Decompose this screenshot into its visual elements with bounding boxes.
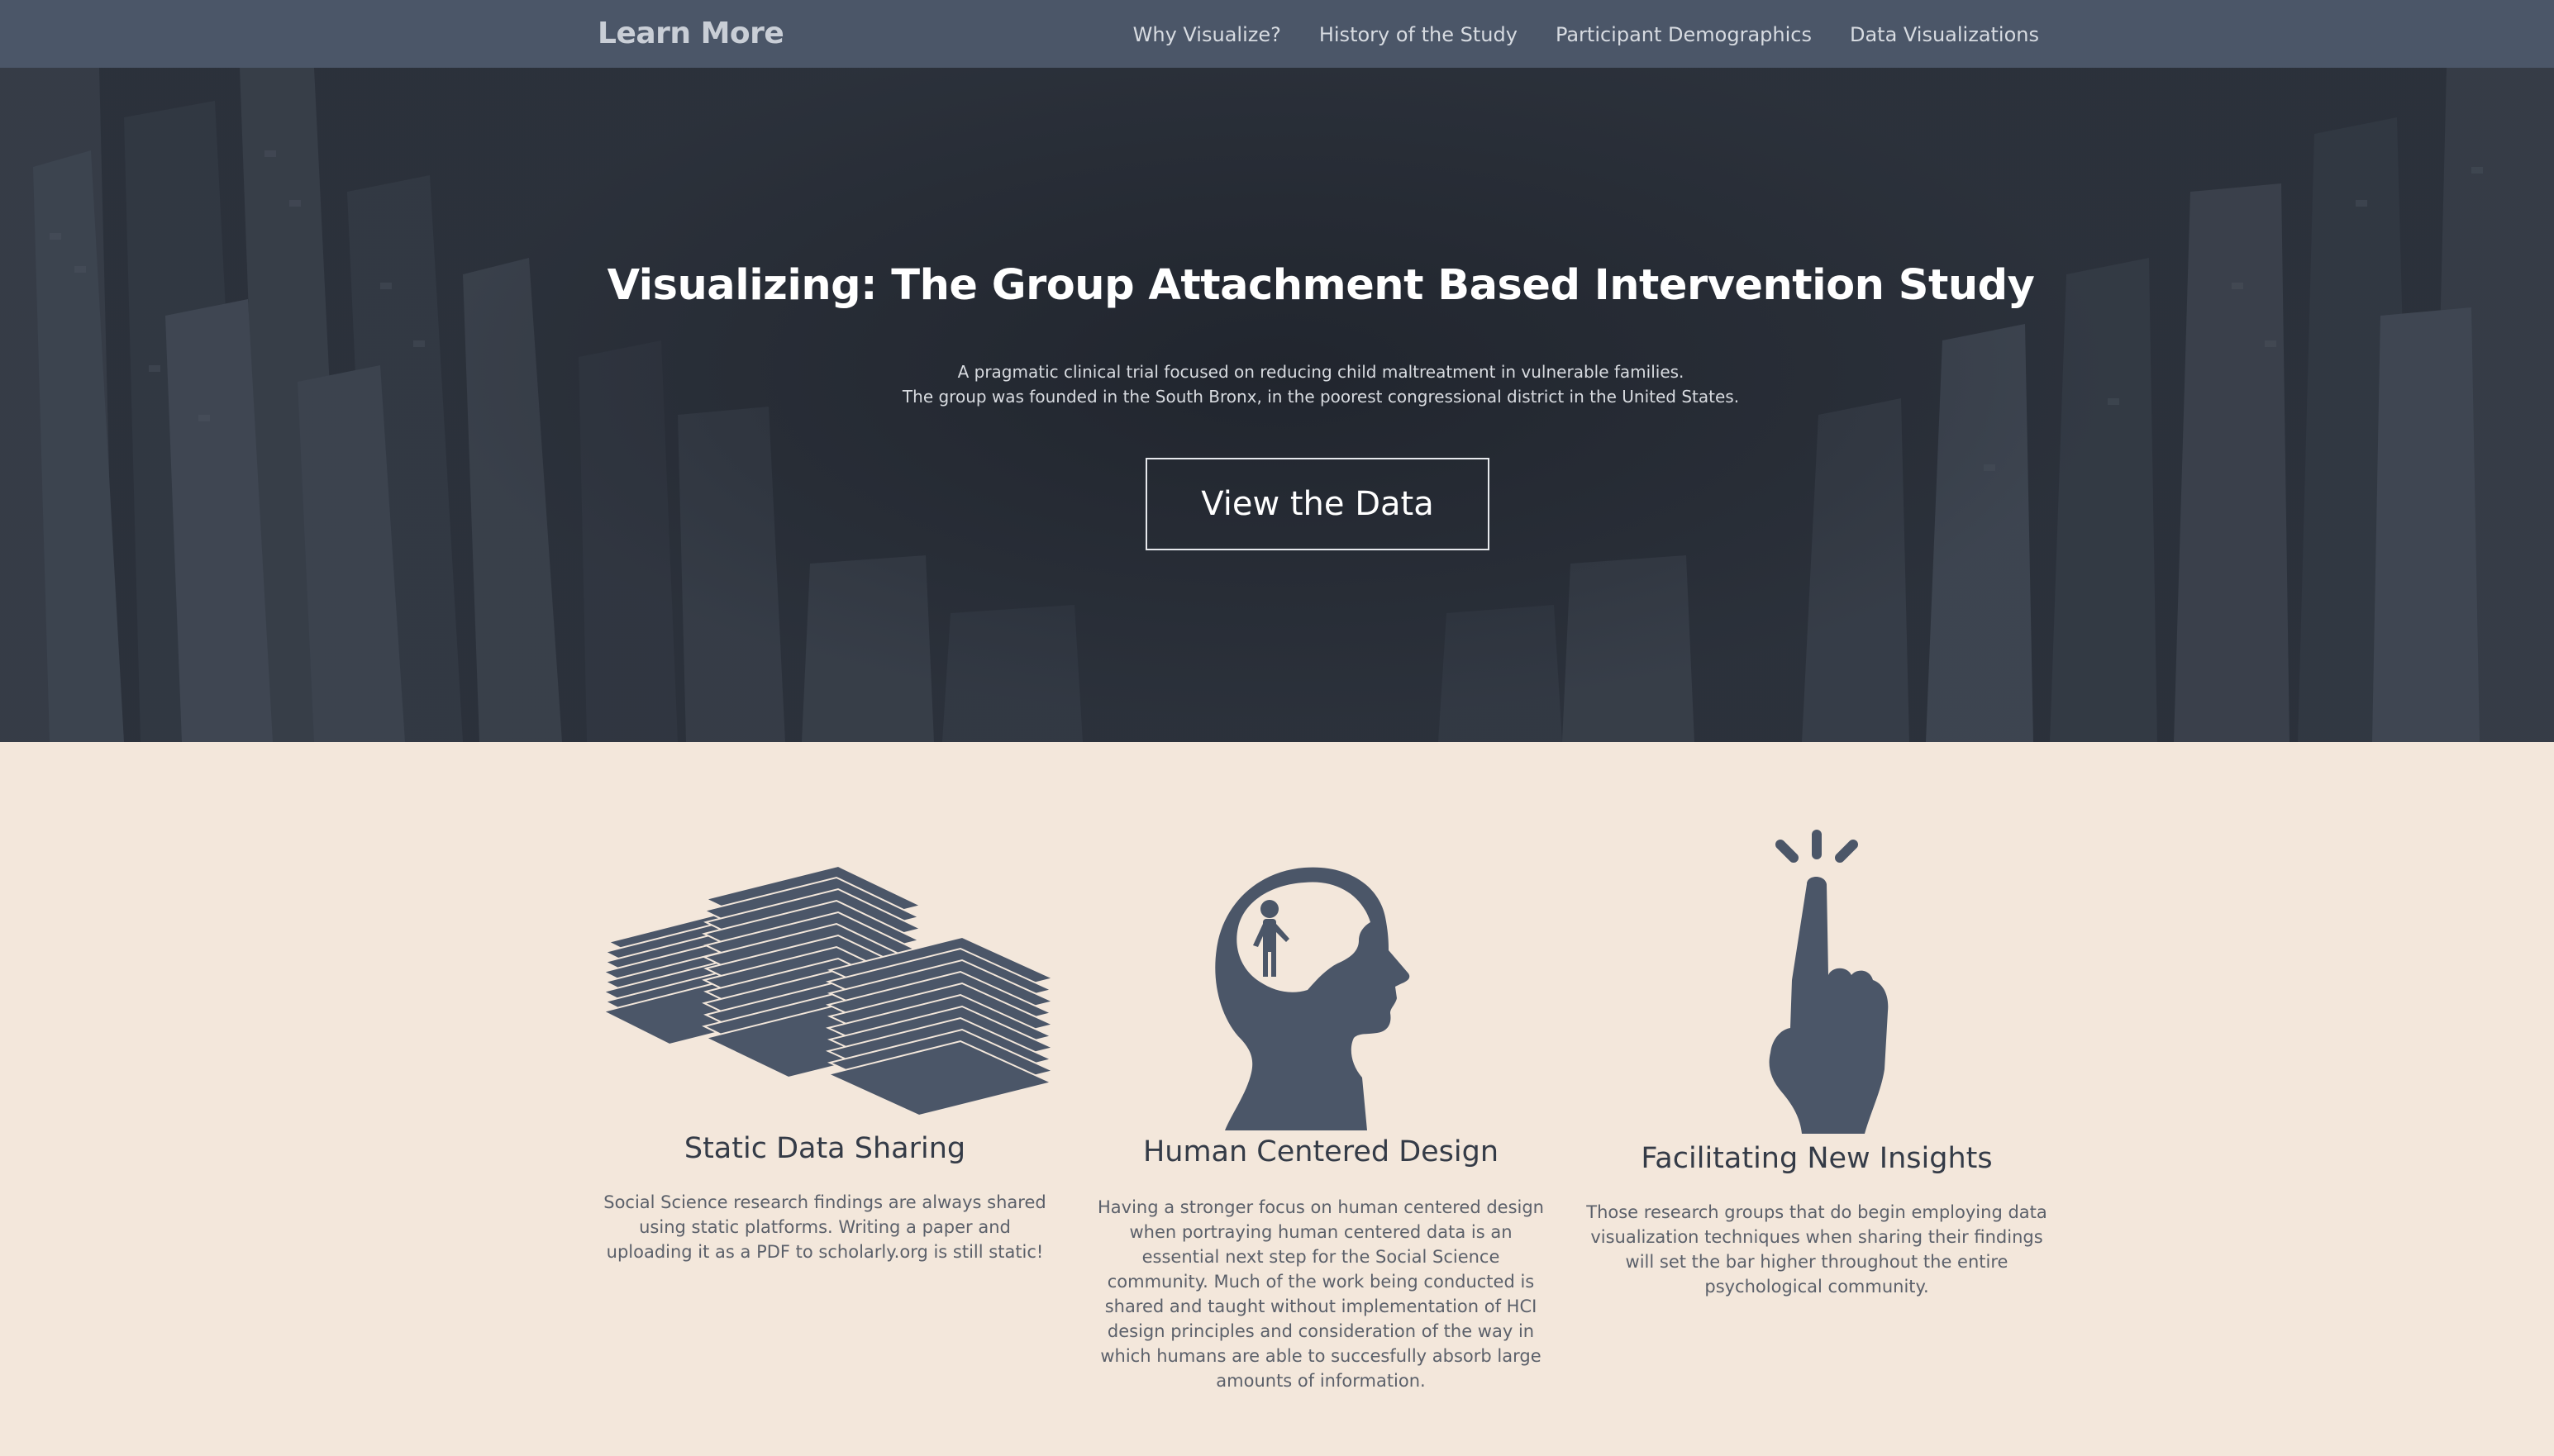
nav-link-demographics[interactable]: Participant Demographics: [1556, 23, 1812, 46]
pointing-finger-icon: [1769, 830, 1889, 1134]
hero-section: Visualizing: The Group Attachment Based …: [0, 68, 2554, 742]
hero-subtitle-line-1: A pragmatic clinical trial focused on re…: [957, 362, 1684, 382]
navbar: Learn More Why Visualize? History of the…: [0, 0, 2554, 68]
feature-title: Human Centered Design: [1142, 1135, 1499, 1168]
nav-link-data-visualizations[interactable]: Data Visualizations: [1850, 23, 2039, 46]
brand-link[interactable]: Learn More: [598, 17, 784, 50]
feature-human-centered-design: Human Centered Design Having a stronger …: [1089, 859, 1552, 1405]
feature-description: Social Science research findings are alw…: [603, 1192, 1046, 1262]
hero-title: Visualizing: The Group Attachment Based …: [607, 261, 2035, 310]
feature-static-data-sharing: Static Data Sharing Social Science resea…: [593, 859, 1056, 1273]
feature-title: Facilitating New Insights: [1641, 1142, 1993, 1175]
hero-subtitle-line-2: The group was founded in the South Bronx…: [902, 387, 1740, 407]
feature-description: Having a stronger focus on human centere…: [1097, 1197, 1544, 1391]
feature-title: Static Data Sharing: [684, 1132, 966, 1165]
view-data-button[interactable]: View the Data: [1146, 458, 1489, 550]
feature-description: Those research groups that do begin empl…: [1586, 1202, 2047, 1297]
nav-link-why-visualize[interactable]: Why Visualize?: [1133, 23, 1281, 46]
head-with-person-icon: [1215, 867, 1410, 1130]
nav-links: Why Visualize? History of the Study Part…: [1133, 23, 2039, 46]
paper-stacks-icon: [601, 866, 1053, 1117]
nav-link-history[interactable]: History of the Study: [1319, 23, 1518, 46]
feature-facilitating-new-insights: Facilitating New Insights Those research…: [1585, 826, 2048, 1322]
